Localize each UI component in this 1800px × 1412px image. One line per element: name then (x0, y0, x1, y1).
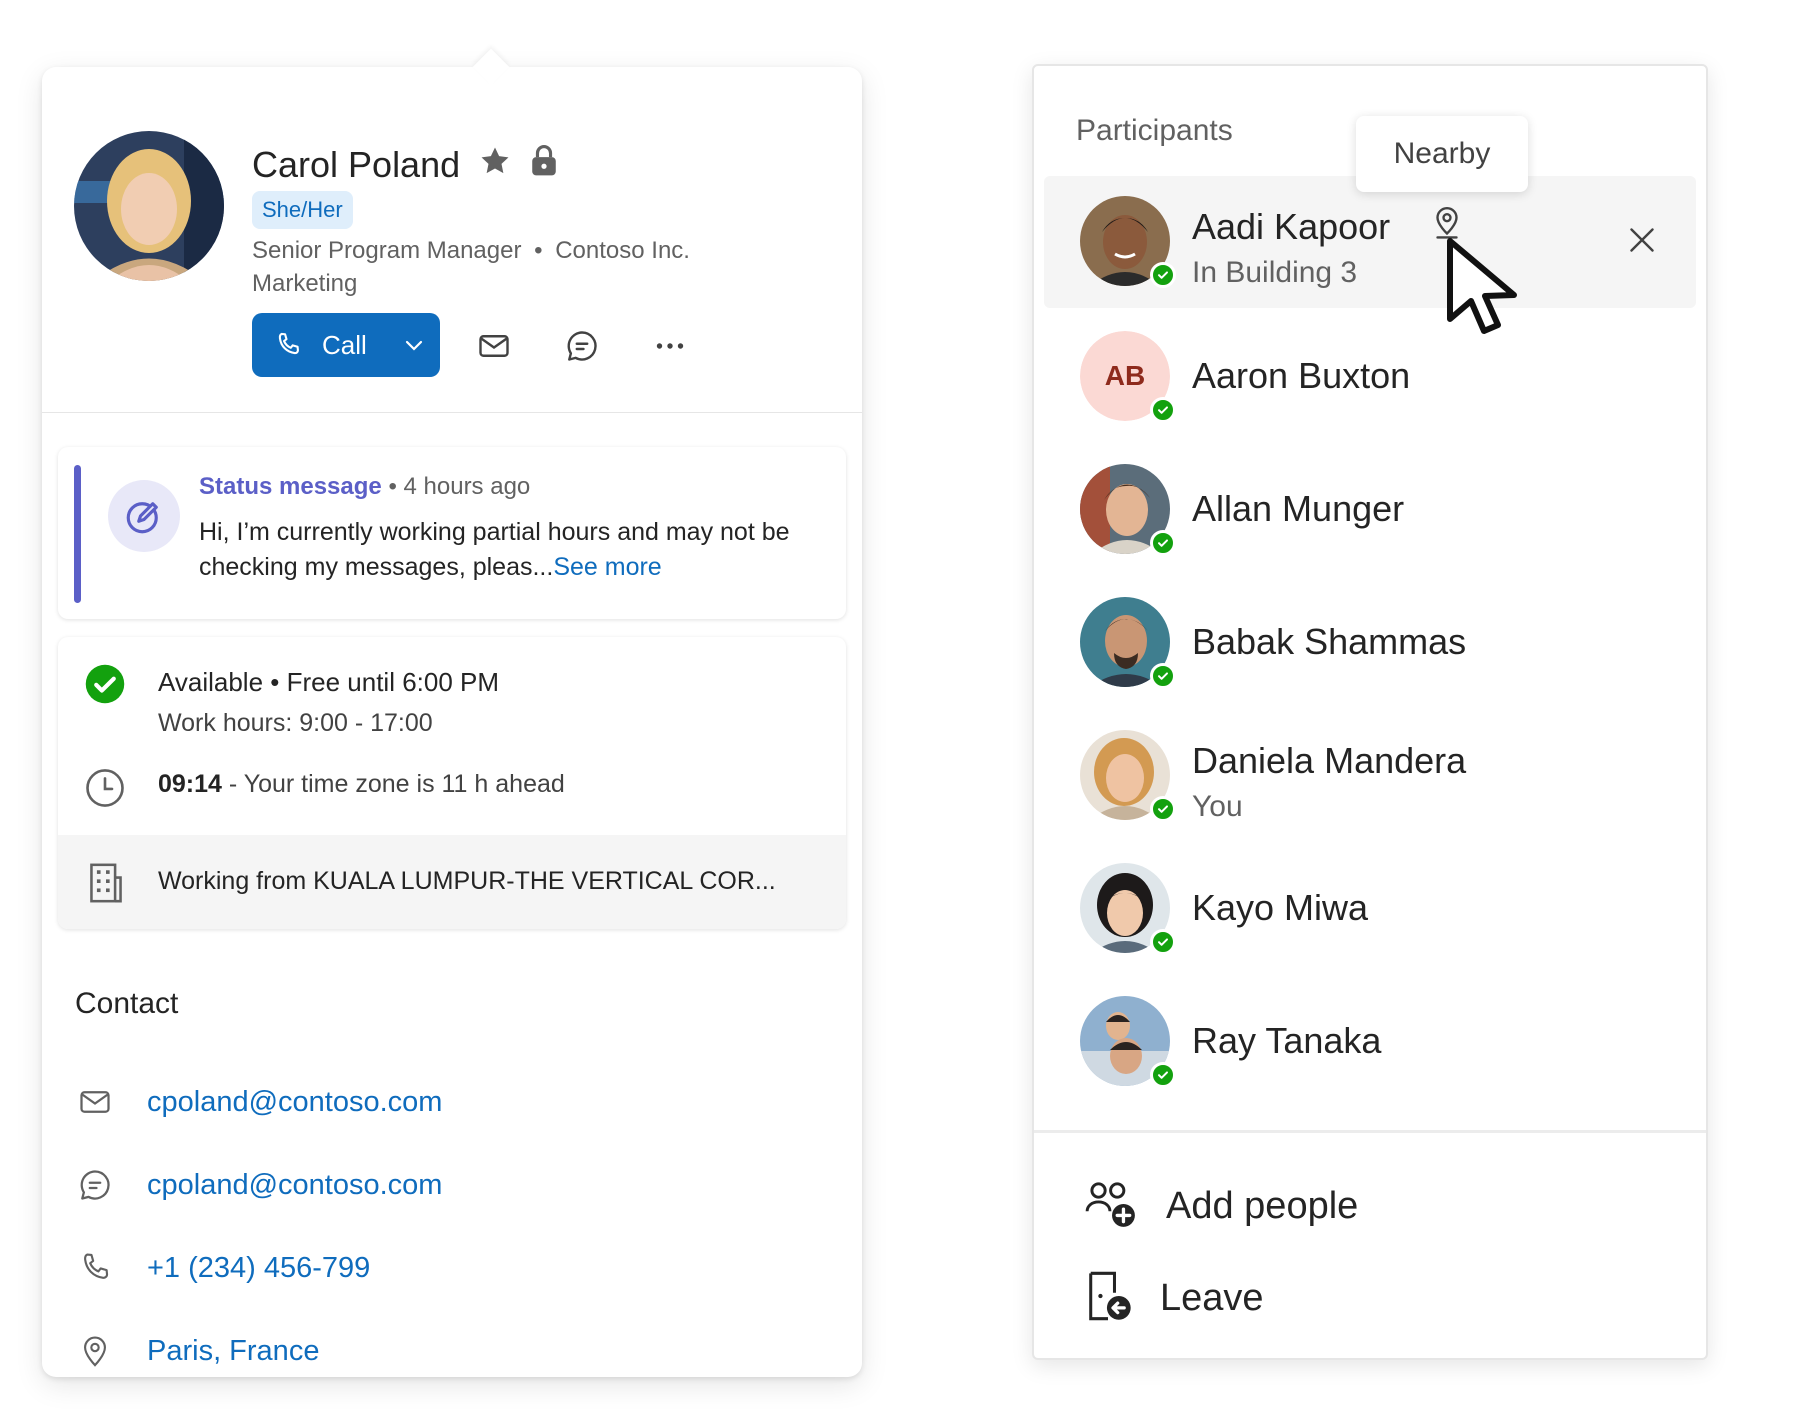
contact-heading: Contact (75, 987, 179, 1020)
chat-icon (75, 1167, 115, 1203)
job-line: Senior Program Manager • Contoso Inc. (252, 237, 690, 265)
participant-row[interactable]: AB Aaron Buxton (1034, 331, 1706, 431)
participant-row[interactable]: Babak Shammas (1034, 597, 1706, 697)
mail-icon[interactable] (474, 326, 514, 366)
local-time: 09:14 (158, 770, 222, 798)
add-people-icon (1084, 1178, 1138, 1235)
presence-available-icon (1150, 262, 1176, 288)
company-name: Contoso Inc. (555, 237, 690, 264)
clock-icon (84, 767, 126, 814)
participant-name: Kayo Miwa (1192, 887, 1369, 928)
available-check-icon (84, 663, 126, 710)
participant-row[interactable]: Daniela Mandera You (1034, 730, 1706, 830)
contact-phone-row: +1 (234) 456-799 (75, 1243, 370, 1293)
job-title: Senior Program Manager (252, 237, 522, 264)
divider (42, 412, 862, 413)
timezone-line: 09:14 - Your time zone is 11 h ahead (158, 770, 565, 799)
status-text-block: Hi, I’m currently working partial hours … (199, 515, 829, 585)
status-title: Status message (199, 473, 382, 500)
work-location: Working from KUALA LUMPUR-THE VERTICAL C… (158, 867, 776, 895)
status-accent-bar (74, 465, 81, 603)
call-label: Call (322, 329, 367, 360)
see-more-link[interactable]: See more (553, 553, 661, 581)
contact-email-link[interactable]: cpoland@contoso.com (147, 1086, 442, 1119)
participant-row[interactable]: Kayo Miwa (1034, 863, 1706, 963)
participant-name: Aadi Kapoor (1192, 206, 1391, 247)
chevron-down-icon[interactable] (402, 333, 426, 357)
phone-icon (274, 331, 302, 359)
participant-name: Babak Shammas (1192, 621, 1467, 662)
presence-available-icon (1150, 663, 1176, 689)
status-header: Status message • 4 hours ago (199, 473, 530, 501)
mouse-pointer-icon (1444, 235, 1532, 350)
leave-button[interactable]: Leave (1084, 1268, 1264, 1328)
presence-available-icon (1150, 1062, 1176, 1088)
call-button[interactable]: Call (252, 313, 440, 377)
card-beak (472, 48, 510, 86)
participant-row[interactable]: Allan Munger (1034, 464, 1706, 564)
lock-icon (528, 144, 560, 183)
presence-available-icon (1150, 929, 1176, 955)
star-icon[interactable] (478, 144, 512, 183)
work-hours: Work hours: 9:00 - 17:00 (158, 709, 433, 737)
edit-status-icon (108, 480, 180, 552)
location-pin-icon (75, 1333, 115, 1369)
contact-email-row: cpoland@contoso.com (75, 1077, 442, 1127)
footer-divider (1034, 1130, 1706, 1133)
participant-subtitle: You (1192, 790, 1243, 823)
availability-status: Available • Free until 6:00 PM (158, 667, 500, 697)
more-icon[interactable] (650, 326, 690, 366)
profile-card: Carol Poland She/Her Senior Program Mana… (42, 48, 862, 1377)
department: Marketing (252, 270, 358, 297)
building-icon (86, 861, 126, 910)
participant-name: Aaron Buxton (1192, 355, 1411, 396)
leave-icon (1084, 1269, 1132, 1328)
chat-icon[interactable] (562, 326, 602, 366)
status-message-card: Status message • 4 hours ago Hi, I’m cur… (58, 447, 846, 619)
nearby-tooltip: Nearby (1356, 116, 1528, 192)
status-time: • 4 hours ago (388, 473, 531, 500)
work-location-row: Working from KUALA LUMPUR-THE VERTICAL C… (58, 835, 846, 929)
participant-row[interactable]: Aadi Kapoor In Building 3 (1034, 196, 1706, 296)
availability-card: Available • Free until 6:00 PM Work hour… (58, 637, 846, 929)
participant-name: Allan Munger (1192, 488, 1405, 529)
pronouns-badge: She/Her (252, 191, 353, 229)
contact-phone-link[interactable]: +1 (234) 456-799 (147, 1252, 370, 1285)
close-icon[interactable] (1624, 222, 1660, 263)
add-people-label: Add people (1166, 1184, 1359, 1227)
participants-panel: Participants Nearby Aadi Kapoor In Build… (1032, 64, 1708, 1360)
participants-title: Participants (1076, 114, 1233, 147)
presence-available-icon (1150, 530, 1176, 556)
contact-chat-link[interactable]: cpoland@contoso.com (147, 1169, 442, 1202)
timezone-note: - Your time zone is 11 h ahead (221, 770, 565, 798)
contact-location-link[interactable]: Paris, France (147, 1335, 319, 1368)
participant-name: Ray Tanaka (1192, 1020, 1382, 1061)
avatar[interactable] (74, 131, 224, 281)
presence-available-icon (1150, 397, 1176, 423)
presence-available-icon (1150, 796, 1176, 822)
profile-name: Carol Poland (252, 144, 461, 185)
mail-icon (75, 1084, 115, 1120)
add-people-button[interactable]: Add people (1084, 1176, 1358, 1236)
participant-name: Daniela Mandera (1192, 740, 1467, 781)
participant-row[interactable]: Ray Tanaka (1034, 996, 1706, 1096)
status-text: Hi, I’m currently working partial hours … (199, 518, 790, 581)
name-icons (478, 143, 560, 183)
participant-subtitle: In Building 3 (1192, 256, 1358, 289)
contact-location-row: Paris, France (75, 1326, 319, 1376)
job-separator: • (534, 237, 543, 264)
contact-chat-row: cpoland@contoso.com (75, 1160, 442, 1210)
leave-label: Leave (1160, 1276, 1264, 1319)
phone-icon (75, 1251, 115, 1285)
